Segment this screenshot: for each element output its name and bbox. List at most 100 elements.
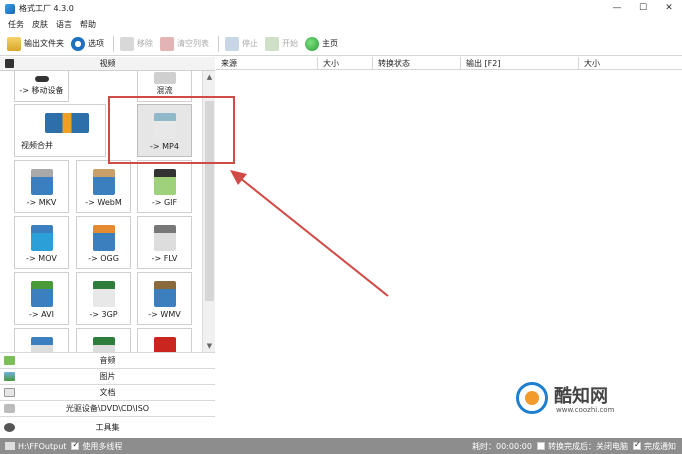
menu-help[interactable]: 帮助: [80, 19, 96, 30]
stop-label: 停止: [242, 39, 258, 48]
category-tools-label: 工具集: [95, 423, 120, 432]
annotation-highlight-box: [108, 96, 235, 164]
avi-icon: [31, 281, 53, 307]
ogg-icon: [93, 225, 115, 251]
maximize-button[interactable]: ☐: [630, 0, 656, 17]
video-category-label: 视频: [99, 59, 116, 68]
phone-icon: [35, 76, 49, 82]
clear-list-button[interactable]: 清空列表: [160, 34, 209, 54]
close-button[interactable]: ✕: [656, 0, 682, 17]
picture-icon: [4, 372, 15, 381]
menu-task[interactable]: 任务: [8, 19, 24, 30]
mov-icon: [31, 225, 53, 251]
column-output-size[interactable]: 大小: [579, 57, 682, 70]
tile-merge-label: 视频合并: [21, 141, 53, 150]
tile-avi[interactable]: -> AVI: [14, 272, 69, 325]
mkv-icon: [31, 169, 53, 195]
wmv-icon: [154, 281, 176, 307]
app-logo-icon: [5, 3, 15, 14]
tile-gif-label: -> GIF: [151, 198, 178, 207]
tile-mix-label: 混流: [156, 86, 173, 95]
category-document[interactable]: 文档: [0, 384, 215, 400]
output-folder-label: 输出文件夹: [24, 39, 64, 48]
watermark-name: 酷知网: [554, 386, 608, 407]
start-button[interactable]: 开始: [265, 34, 298, 54]
file-list-header: 来源 大小 转换状态 输出 [F2] 大小: [216, 57, 682, 70]
category-audio-label: 音频: [99, 356, 116, 365]
flash-icon: [154, 337, 176, 352]
tile-mkv[interactable]: -> MKV: [14, 160, 69, 213]
webm-icon: [93, 169, 115, 195]
category-document-label: 文档: [99, 388, 116, 397]
tile-mobile[interactable]: -> 移动设备: [14, 71, 69, 102]
column-size[interactable]: 大小: [318, 57, 373, 70]
disc-drive-icon: [4, 404, 15, 413]
tile-3gp[interactable]: -> 3GP: [76, 272, 131, 325]
stop-icon: [225, 36, 239, 51]
video-category-header[interactable]: 视频: [0, 57, 215, 71]
stop-button[interactable]: 停止: [225, 34, 258, 54]
tile-3gp-label: -> 3GP: [89, 310, 118, 319]
column-source[interactable]: 来源: [216, 57, 318, 70]
3gp-icon: [93, 281, 115, 307]
flv-icon: [154, 225, 176, 251]
remove-icon: [120, 36, 134, 51]
multithread-checkbox[interactable]: [71, 440, 80, 450]
tile-ogg[interactable]: -> OGG: [76, 216, 131, 269]
music-icon: [4, 356, 15, 365]
category-image-label: 图片: [99, 372, 116, 381]
output-folder-button[interactable]: 输出文件夹: [7, 34, 64, 54]
scroll-down-icon[interactable]: ▼: [203, 340, 216, 352]
tile-vob[interactable]: [76, 328, 131, 352]
home-button[interactable]: 主页: [305, 34, 338, 54]
home-label: 主页: [322, 39, 338, 48]
tile-wmv-label: -> WMV: [148, 310, 181, 319]
mix-icon: [154, 72, 176, 84]
tile-mpeg[interactable]: [14, 328, 69, 352]
tile-mov[interactable]: -> MOV: [14, 216, 69, 269]
category-audio[interactable]: 音频: [0, 352, 215, 368]
clear-icon: [160, 36, 174, 51]
clear-list-label: 清空列表: [177, 39, 209, 48]
remove-label: 移除: [137, 39, 153, 48]
gif-icon: [154, 169, 176, 195]
tile-webm-label: -> WebM: [85, 198, 122, 207]
gear-icon: [4, 423, 15, 432]
minimize-button[interactable]: —: [604, 0, 630, 17]
tile-ogg-label: -> OGG: [88, 254, 119, 263]
document-icon: [4, 388, 15, 397]
tile-wmv[interactable]: -> WMV: [137, 272, 192, 325]
tile-flv[interactable]: -> FLV: [137, 216, 192, 269]
notify-label: 完成通知: [644, 441, 676, 451]
tile-video-merge[interactable]: 视频合并: [14, 104, 106, 157]
folder-icon: [5, 442, 15, 450]
tile-swf[interactable]: [137, 328, 192, 352]
category-disc[interactable]: 光驱设备\DVD\CD\ISO: [0, 400, 215, 416]
elapsed-time: 耗时：00:00:00: [472, 441, 532, 451]
shutdown-checkbox[interactable]: [537, 442, 545, 450]
toolbar-divider: [113, 35, 114, 52]
options-icon: [71, 36, 85, 51]
shutdown-label: 转换完成后：关闭电脑: [548, 441, 628, 451]
category-image[interactable]: 图片: [0, 368, 215, 384]
film-icon: [5, 59, 14, 68]
category-tools[interactable]: 工具集: [0, 416, 215, 438]
tile-gif[interactable]: -> GIF: [137, 160, 192, 213]
tile-webm[interactable]: -> WebM: [76, 160, 131, 213]
notify-checkbox[interactable]: [633, 440, 641, 450]
column-output[interactable]: 输出 [F2]: [461, 57, 579, 70]
menu-skin[interactable]: 皮肤: [32, 19, 48, 30]
start-icon: [265, 36, 279, 51]
tile-mov-label: -> MOV: [26, 254, 57, 263]
column-status[interactable]: 转换状态: [373, 57, 461, 70]
remove-button[interactable]: 移除: [120, 34, 153, 54]
multithread-label: 使用多线程: [82, 441, 123, 451]
coozhi-logo-icon: [516, 382, 548, 414]
output-path[interactable]: H:\FFOutput: [18, 442, 66, 451]
mpeg-icon: [31, 337, 53, 352]
scroll-up-icon[interactable]: ▲: [203, 71, 216, 83]
options-button[interactable]: 选项: [71, 34, 104, 54]
vob-icon: [93, 337, 115, 352]
menu-language[interactable]: 语言: [56, 19, 72, 30]
globe-icon: [305, 36, 319, 51]
